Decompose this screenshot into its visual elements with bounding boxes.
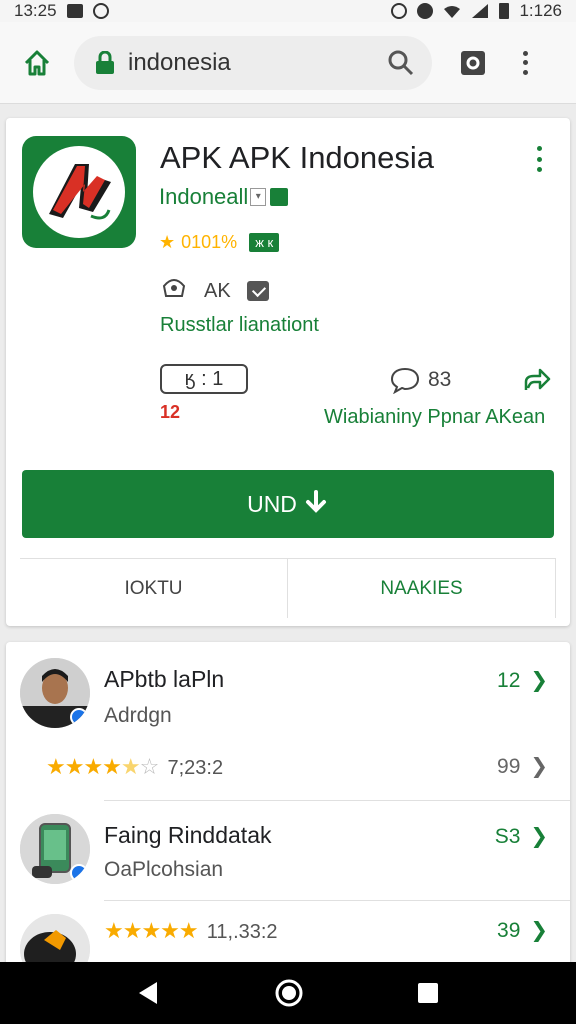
developer-name: Indoneall (159, 184, 249, 209)
stat-red-value: 12 (160, 402, 181, 422)
home-nav-button[interactable] (274, 978, 304, 1008)
alarm-icon (391, 3, 408, 19)
kebab-dot (536, 156, 542, 162)
chevron-right-icon: ❯ (530, 755, 548, 778)
app-icon[interactable] (22, 136, 136, 248)
app-icon-logo (33, 146, 125, 238)
list-item[interactable]: Faing Rinddatak OaPlcohsian S3 ❯ (6, 802, 570, 902)
helpful-count-value: 99 (497, 754, 521, 778)
meta-label: AK (204, 279, 231, 302)
app-card: APK APK Indonesia Indoneall ▾ ★ 0101% ж … (6, 118, 570, 626)
home-circle-icon (275, 979, 303, 1007)
back-button[interactable] (135, 979, 163, 1007)
reply-count[interactable]: S3 ❯ (495, 824, 548, 849)
reply-count-value: 12 (497, 668, 521, 692)
recents-icon (417, 983, 438, 1003)
battery-icon (499, 3, 510, 19)
app-tagline: Russtlar lianationt (160, 314, 319, 336)
address-bar[interactable]: indonesia (74, 35, 432, 90)
verified-badge-icon (70, 864, 88, 882)
app-overflow-menu[interactable] (534, 146, 544, 172)
install-button[interactable]: UND (22, 470, 554, 538)
stat-box: ӄ : 1 (160, 364, 248, 394)
divider (104, 900, 570, 901)
star-icon: ★ (159, 232, 176, 252)
menu-dot (522, 50, 528, 56)
notification-icon (66, 4, 83, 18)
list-item[interactable]: APbtb laPln Adrdgn 12 ❯ ★★★★★☆ 7;23:2 99… (6, 642, 570, 802)
url-text: indonesia (128, 48, 231, 76)
avatar (20, 814, 90, 884)
signal-icon (471, 3, 489, 19)
status-bar: 13:25 1:126 (0, 0, 576, 22)
kebab-dot (536, 167, 542, 172)
kebab-dot (536, 146, 542, 151)
install-label: UND (247, 490, 297, 517)
stat-left: ӄ : 1 12 (160, 364, 248, 423)
tabs-icon (461, 50, 485, 75)
clock-icon (92, 3, 109, 19)
verified-icon (270, 188, 289, 206)
verified-badge-icon (70, 708, 88, 726)
menu-dot (522, 69, 528, 75)
dropdown-indicator-icon: ▾ (250, 188, 267, 206)
reviewer-subtitle: Adrdgn (104, 704, 172, 727)
tab-row: IOKTU NAAKIES (20, 558, 556, 618)
back-icon (139, 982, 158, 1004)
share-button[interactable] (522, 366, 552, 396)
content-rating-icon (160, 276, 188, 306)
chevron-right-icon: ❯ (530, 919, 548, 942)
reviewer-subtitle: OaPlcohsian (104, 858, 224, 881)
divider (104, 800, 570, 801)
star-icon: ★★★★ (46, 754, 122, 779)
reply-count[interactable]: 12 ❯ (497, 668, 548, 693)
rating-value: 7;23:2 (167, 757, 224, 779)
rating-value: 11,.33:2 (206, 921, 278, 943)
home-button[interactable] (20, 46, 54, 80)
browser-toolbar: indonesia (0, 22, 576, 104)
avatar (20, 658, 90, 728)
chevron-right-icon: ❯ (530, 669, 548, 692)
badge-icon (246, 281, 269, 301)
home-icon (24, 50, 50, 75)
chevron-right-icon: ❯ (530, 825, 548, 848)
rating-text: 0101% (181, 232, 238, 252)
lock-icon (94, 50, 116, 74)
menu-button[interactable] (520, 48, 530, 78)
comments-count: 83 (428, 368, 452, 391)
rating-stars: ★★★★★☆ 7;23:2 (46, 754, 223, 780)
search-icon[interactable] (386, 48, 416, 78)
reply-count-value: S3 (494, 824, 521, 848)
reply-count-value: 39 (497, 918, 521, 942)
share-icon (524, 368, 551, 390)
status-right-time: 1:126 (519, 1, 562, 20)
tab-right[interactable]: NAAKIES (287, 559, 556, 618)
rating-line: ★ 0101% ж к (159, 232, 280, 253)
star-icon: ★ (120, 754, 141, 779)
rating-stars: ★★★★★ 11,.33:2 (104, 918, 278, 944)
download-icon (305, 490, 326, 513)
reviewer-name: APbtb laPln (104, 666, 225, 692)
recents-button[interactable] (415, 980, 441, 1006)
comment-icon (390, 367, 420, 394)
reviews-card: APbtb laPln Adrdgn 12 ❯ ★★★★★☆ 7;23:2 99… (6, 642, 570, 972)
developer-link[interactable]: Indoneall ▾ (159, 184, 289, 210)
star-empty-icon: ☆ (139, 754, 160, 779)
reviewer-name: Faing Rinddatak (104, 822, 272, 848)
dnd-icon (417, 3, 434, 19)
rating-badge: ж к (249, 233, 280, 252)
meta-row: AK (160, 276, 269, 306)
menu-dot (522, 60, 528, 65)
tab-left[interactable]: IOKTU (20, 559, 287, 618)
system-nav-bar (0, 962, 576, 1024)
helpful-count[interactable]: 99 ❯ (497, 754, 548, 779)
app-title: APK APK Indonesia (160, 140, 435, 175)
tabs-button[interactable] (458, 48, 488, 78)
star-icon: ★★★★★ (104, 918, 199, 943)
status-time: 13:25 (14, 1, 57, 20)
wifi-icon (443, 4, 461, 18)
reply-count[interactable]: 39 ❯ (497, 918, 548, 943)
comments-stat[interactable]: 83 (390, 366, 451, 394)
stat-caption: Wiabianiny Ppnar AKean (324, 406, 546, 428)
